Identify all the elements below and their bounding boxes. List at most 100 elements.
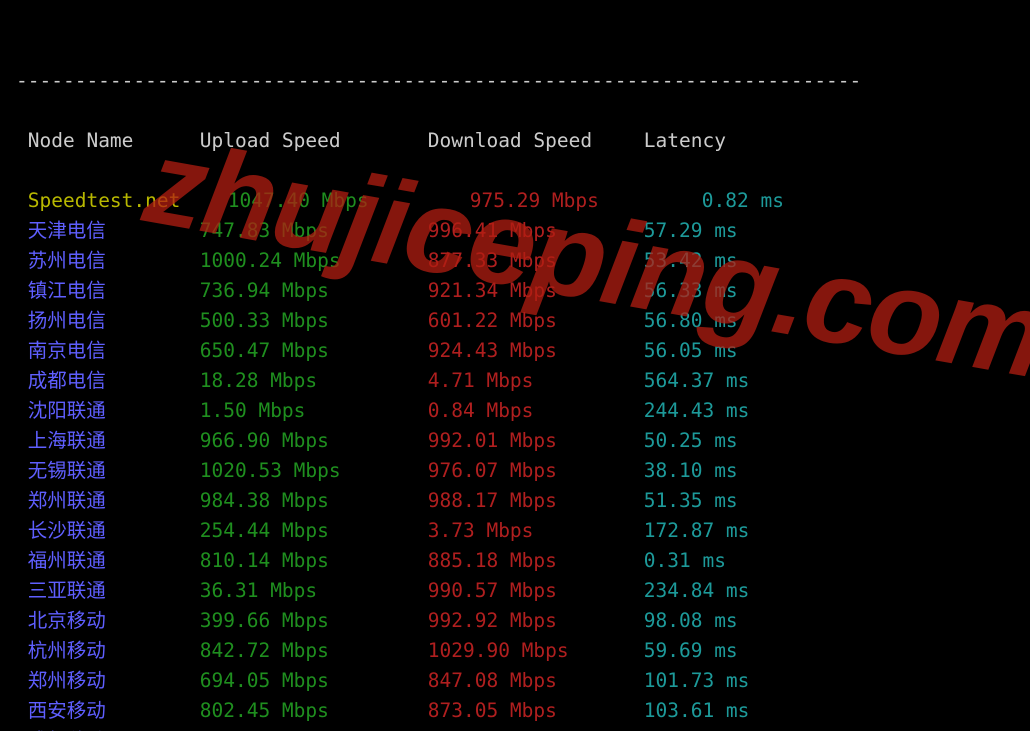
upload-speed: 18.28 Mbps <box>200 366 428 396</box>
node-name: 沈阳联通 <box>28 396 200 426</box>
terminal-output: ----------------------------------------… <box>0 0 1030 731</box>
node-name: 成都移动 <box>28 726 200 731</box>
table-row: 扬州电信500.33 Mbps601.22 Mbps56.80 ms <box>16 306 1014 336</box>
latency: 38.10 ms <box>644 456 738 486</box>
node-name: 三亚联通 <box>28 576 200 606</box>
latency: 244.43 ms <box>644 396 750 426</box>
latency: 101.73 ms <box>644 666 750 696</box>
download-speed: 992.01 Mbps <box>428 426 644 456</box>
table-row: 三亚联通36.31 Mbps990.57 Mbps234.84 ms <box>16 576 1014 606</box>
latency: 56.05 ms <box>644 336 738 366</box>
download-speed: 873.05 Mbps <box>428 696 644 726</box>
download-speed: 976.07 Mbps <box>428 456 644 486</box>
latency: 56.33 ms <box>644 276 738 306</box>
upload-speed: 650.47 Mbps <box>200 336 428 366</box>
table-row: 南京电信650.47 Mbps924.43 Mbps56.05 ms <box>16 336 1014 366</box>
table-row: 长沙联通254.44 Mbps3.73 Mbps172.87 ms <box>16 516 1014 546</box>
upload-speed: 1047.40 Mbps <box>228 186 470 216</box>
table-row: 北京移动399.66 Mbps992.92 Mbps98.08 ms <box>16 606 1014 636</box>
upload-speed: 1020.53 Mbps <box>200 456 428 486</box>
download-speed: 1006.68 Mbps <box>428 726 644 731</box>
node-name: 苏州电信 <box>28 246 200 276</box>
download-speed: 0.84 Mbps <box>428 396 644 426</box>
node-name: 郑州移动 <box>28 666 200 696</box>
node-name: 无锡联通 <box>28 456 200 486</box>
download-speed: 924.43 Mbps <box>428 336 644 366</box>
download-speed: 921.34 Mbps <box>428 276 644 306</box>
header-download: Download Speed <box>428 126 644 156</box>
download-speed: 975.29 Mbps <box>470 186 702 216</box>
table-row: 成都移动405.23 Mbps1006.68 Mbps119.93 ms <box>16 726 1014 731</box>
upload-speed: 966.90 Mbps <box>200 426 428 456</box>
download-speed: 990.57 Mbps <box>428 576 644 606</box>
latency: 172.87 ms <box>644 516 750 546</box>
upload-speed: 1000.24 Mbps <box>200 246 428 276</box>
table-row: 无锡联通1020.53 Mbps976.07 Mbps38.10 ms <box>16 456 1014 486</box>
latency: 119.93 ms <box>644 726 750 731</box>
latency: 0.31 ms <box>644 546 726 576</box>
node-name: Speedtest.net <box>28 186 228 216</box>
upload-speed: 736.94 Mbps <box>200 276 428 306</box>
download-speed: 847.08 Mbps <box>428 666 644 696</box>
upload-speed: 842.72 Mbps <box>200 636 428 666</box>
table-row: 苏州电信1000.24 Mbps877.33 Mbps53.42 ms <box>16 246 1014 276</box>
upload-speed: 254.44 Mbps <box>200 516 428 546</box>
table-row: 天津电信747.83 Mbps996.41 Mbps57.29 ms <box>16 216 1014 246</box>
node-name: 扬州电信 <box>28 306 200 336</box>
download-speed: 885.18 Mbps <box>428 546 644 576</box>
table-row: 福州联通810.14 Mbps885.18 Mbps0.31 ms <box>16 546 1014 576</box>
table-row: 镇江电信736.94 Mbps921.34 Mbps56.33 ms <box>16 276 1014 306</box>
node-name: 西安移动 <box>28 696 200 726</box>
table-header-row: Node NameUpload SpeedDownload SpeedLaten… <box>16 126 1014 156</box>
header-node: Node Name <box>28 126 200 156</box>
node-name: 杭州移动 <box>28 636 200 666</box>
node-name: 成都电信 <box>28 366 200 396</box>
upload-speed: 399.66 Mbps <box>200 606 428 636</box>
latency: 564.37 ms <box>644 366 750 396</box>
table-row: 沈阳联通1.50 Mbps0.84 Mbps244.43 ms <box>16 396 1014 426</box>
node-name: 长沙联通 <box>28 516 200 546</box>
node-name: 上海联通 <box>28 426 200 456</box>
table-row: 杭州移动842.72 Mbps1029.90 Mbps59.69 ms <box>16 636 1014 666</box>
upload-speed: 405.23 Mbps <box>200 726 428 731</box>
table-body: Speedtest.net1047.40 Mbps975.29 Mbps0.82… <box>16 186 1014 731</box>
download-speed: 3.73 Mbps <box>428 516 644 546</box>
download-speed: 4.71 Mbps <box>428 366 644 396</box>
download-speed: 877.33 Mbps <box>428 246 644 276</box>
header-latency: Latency <box>644 126 726 156</box>
node-name: 北京移动 <box>28 606 200 636</box>
table-row: 郑州移动694.05 Mbps847.08 Mbps101.73 ms <box>16 666 1014 696</box>
latency: 234.84 ms <box>644 576 750 606</box>
upload-speed: 747.83 Mbps <box>200 216 428 246</box>
latency: 57.29 ms <box>644 216 738 246</box>
download-speed: 1029.90 Mbps <box>428 636 644 666</box>
upload-speed: 802.45 Mbps <box>200 696 428 726</box>
table-row: Speedtest.net1047.40 Mbps975.29 Mbps0.82… <box>16 186 1014 216</box>
node-name: 郑州联通 <box>28 486 200 516</box>
node-name: 天津电信 <box>28 216 200 246</box>
download-speed: 996.41 Mbps <box>428 216 644 246</box>
table-row: 郑州联通984.38 Mbps988.17 Mbps51.35 ms <box>16 486 1014 516</box>
upload-speed: 500.33 Mbps <box>200 306 428 336</box>
table-row: 西安移动802.45 Mbps873.05 Mbps103.61 ms <box>16 696 1014 726</box>
download-speed: 601.22 Mbps <box>428 306 644 336</box>
divider-top: ----------------------------------------… <box>16 66 1014 96</box>
upload-speed: 1.50 Mbps <box>200 396 428 426</box>
latency: 0.82 ms <box>702 186 784 216</box>
header-upload: Upload Speed <box>200 126 428 156</box>
latency: 103.61 ms <box>644 696 750 726</box>
latency: 51.35 ms <box>644 486 738 516</box>
table-row: 成都电信18.28 Mbps4.71 Mbps564.37 ms <box>16 366 1014 396</box>
upload-speed: 36.31 Mbps <box>200 576 428 606</box>
latency: 50.25 ms <box>644 426 738 456</box>
node-name: 福州联通 <box>28 546 200 576</box>
latency: 53.42 ms <box>644 246 738 276</box>
node-name: 南京电信 <box>28 336 200 366</box>
download-speed: 992.92 Mbps <box>428 606 644 636</box>
node-name: 镇江电信 <box>28 276 200 306</box>
latency: 59.69 ms <box>644 636 738 666</box>
download-speed: 988.17 Mbps <box>428 486 644 516</box>
table-row: 上海联通966.90 Mbps992.01 Mbps50.25 ms <box>16 426 1014 456</box>
upload-speed: 984.38 Mbps <box>200 486 428 516</box>
latency: 56.80 ms <box>644 306 738 336</box>
